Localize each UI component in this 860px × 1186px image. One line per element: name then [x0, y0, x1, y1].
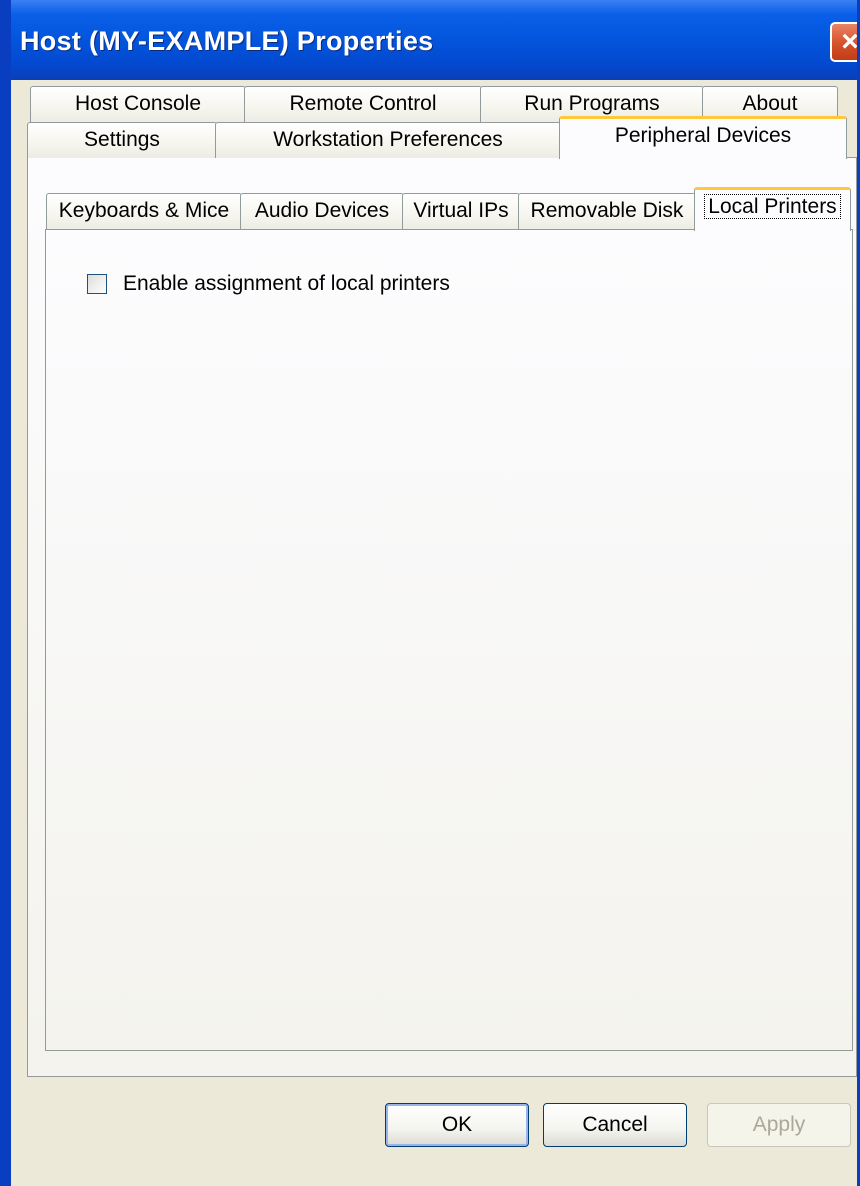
close-button[interactable]: × — [830, 22, 859, 62]
tab-label: Settings — [84, 128, 160, 151]
subtab-virtual-ips[interactable]: Virtual IPs — [402, 193, 520, 230]
tab-label: Workstation Preferences — [273, 128, 503, 151]
subtab-label: Removable Disk — [530, 199, 684, 222]
apply-button[interactable]: Apply — [707, 1103, 851, 1147]
tab-host-console[interactable]: Host Console — [30, 86, 246, 122]
tab-label: Run Programs — [524, 92, 660, 115]
subtab-keyboards-mice[interactable]: Keyboards & Mice — [46, 193, 242, 230]
tab-settings[interactable]: Settings — [27, 122, 217, 158]
subtab-removable-disk[interactable]: Removable Disk — [518, 193, 696, 230]
subtab-panel-local-printers: Enable assignment of local printers — [45, 229, 853, 1051]
apply-button-label: Apply — [752, 1113, 806, 1136]
close-icon: × — [841, 25, 859, 58]
title-bar[interactable]: Host (MY-EXAMPLE) Properties × — [11, 0, 859, 80]
tab-label: Host Console — [74, 92, 202, 115]
tab-label: Peripheral Devices — [614, 124, 792, 147]
window-title: Host (MY-EXAMPLE) Properties — [20, 26, 434, 56]
enable-local-printers-checkbox[interactable] — [87, 274, 107, 294]
enable-assignment-option[interactable]: Enable assignment of local printers — [87, 272, 450, 296]
properties-dialog: Host (MY-EXAMPLE) Properties × Host Cons… — [0, 0, 860, 1186]
ok-button-label: OK — [441, 1113, 473, 1136]
ok-button[interactable]: OK — [385, 1103, 529, 1147]
subtab-label: Keyboards & Mice — [58, 199, 230, 222]
subtab-label: Local Printers — [704, 194, 841, 219]
subtab-local-printers[interactable]: Local Printers — [694, 187, 851, 231]
cancel-button[interactable]: Cancel — [543, 1103, 687, 1147]
tab-remote-control[interactable]: Remote Control — [244, 86, 482, 122]
tab-panel-peripheral-devices: Keyboards & Mice Audio Devices Virtual I… — [27, 157, 857, 1077]
subtab-label: Virtual IPs — [413, 199, 509, 222]
tab-workstation-preferences[interactable]: Workstation Preferences — [215, 122, 561, 158]
cancel-button-label: Cancel — [582, 1113, 648, 1136]
subtab-label: Audio Devices — [254, 199, 390, 222]
enable-local-printers-label[interactable]: Enable assignment of local printers — [123, 272, 450, 296]
tab-peripheral-devices[interactable]: Peripheral Devices — [559, 116, 847, 159]
tab-label: Remote Control — [289, 92, 437, 115]
tab-label: About — [742, 92, 798, 115]
subtab-audio-devices[interactable]: Audio Devices — [240, 193, 404, 230]
